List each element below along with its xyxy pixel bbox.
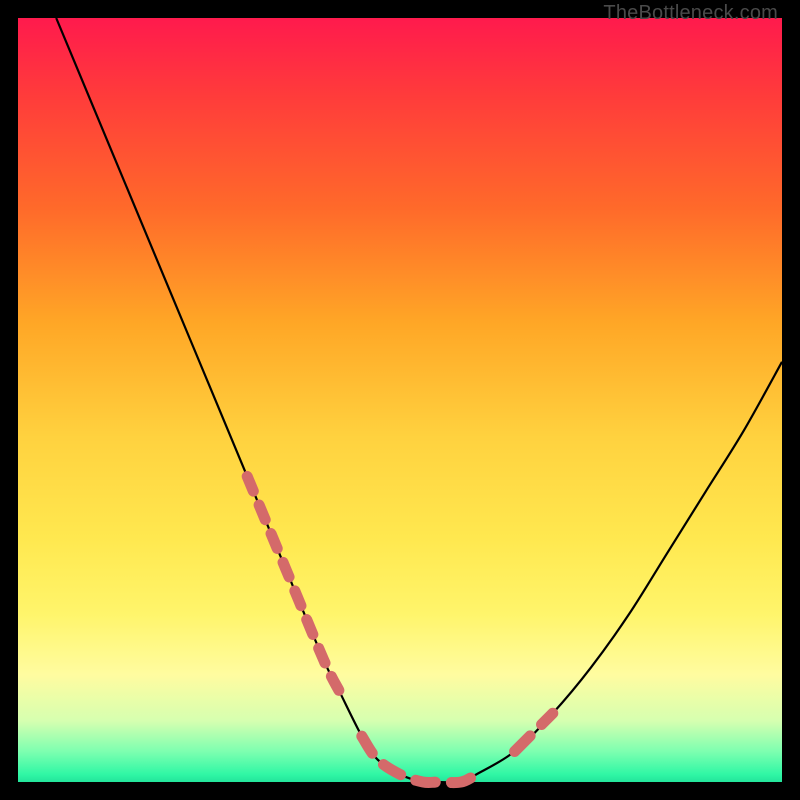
watermark-text: TheBottleneck.com [603, 2, 778, 25]
bottleneck-curve-svg [18, 18, 782, 782]
chart-frame [18, 18, 782, 782]
valley-dash-overlay [362, 736, 477, 782]
left-dash-overlay [247, 476, 339, 690]
right-dash-overlay [515, 713, 553, 751]
bottleneck-curve-path [56, 18, 782, 783]
